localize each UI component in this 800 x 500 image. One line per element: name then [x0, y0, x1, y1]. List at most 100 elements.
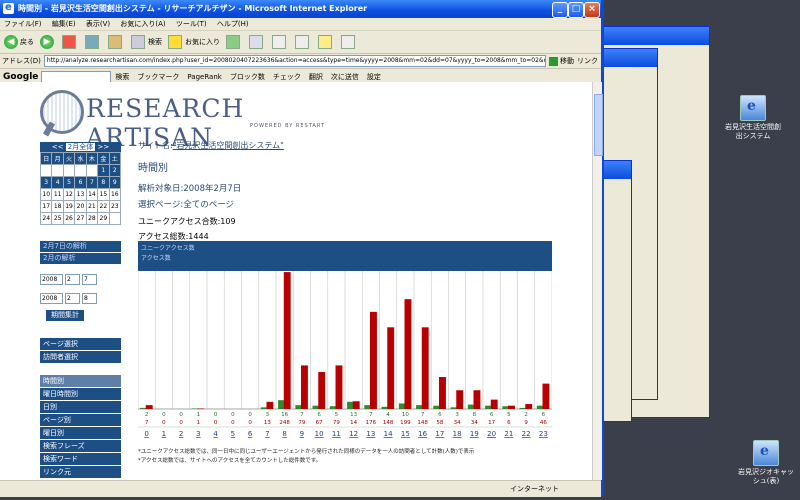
- analysis-month-link[interactable]: 2月の解析: [40, 253, 121, 264]
- visitor-select-link[interactable]: 訪問者選択: [40, 351, 121, 363]
- period-calc-button[interactable]: 期間集計: [46, 310, 84, 321]
- print-button[interactable]: [272, 35, 289, 49]
- home-button[interactable]: [108, 35, 125, 49]
- go-button[interactable]: 移動: [549, 56, 574, 66]
- hour-tick-label[interactable]: 13: [366, 430, 375, 438]
- menu-tools[interactable]: ツール(T): [176, 20, 207, 28]
- hour-tick-label[interactable]: 12: [349, 430, 358, 438]
- to-day-select[interactable]: 8: [82, 293, 97, 304]
- hour-tick-label[interactable]: 3: [196, 430, 200, 438]
- calendar-day-link[interactable]: 1: [97, 164, 110, 177]
- refresh-button[interactable]: [85, 35, 102, 49]
- address-input[interactable]: http://analyze.researchartisan.com/index…: [43, 55, 546, 67]
- report-referrer[interactable]: リンク元: [40, 466, 121, 478]
- menu-help[interactable]: ヘルプ(H): [217, 20, 249, 28]
- hour-tick-label[interactable]: 9: [300, 430, 304, 438]
- hour-tick-label[interactable]: 18: [453, 430, 462, 438]
- google-send-to[interactable]: 次に送信: [331, 72, 359, 82]
- page-select-link[interactable]: ページ選択: [40, 338, 121, 350]
- google-translate[interactable]: 翻訳: [309, 72, 323, 82]
- favorites-button[interactable]: お気に入り: [168, 35, 220, 49]
- calendar-day-link[interactable]: 6: [74, 176, 87, 189]
- to-month-select[interactable]: 2: [65, 293, 80, 304]
- calendar-day-link[interactable]: 5: [62, 176, 76, 189]
- google-bookmark-button[interactable]: ブックマーク: [137, 72, 179, 82]
- calendar-day-link[interactable]: 2: [108, 164, 122, 177]
- report-page[interactable]: ページ別: [40, 414, 121, 426]
- calendar-prev-link[interactable]: <<: [52, 143, 64, 151]
- report-hourly[interactable]: 時間別: [40, 375, 121, 387]
- google-popup-blocker[interactable]: ブロック数: [230, 72, 265, 82]
- data-label-unique: 5: [335, 412, 339, 418]
- links-button[interactable]: リンク: [577, 56, 598, 66]
- hour-tick-label[interactable]: 7: [265, 430, 269, 438]
- hour-tick-label[interactable]: 6: [248, 430, 253, 438]
- hour-tick-label[interactable]: 4: [213, 430, 218, 438]
- calendar-day-link[interactable]: 7: [85, 176, 99, 189]
- minimize-button[interactable]: _: [552, 2, 568, 18]
- desktop-icon-geocache[interactable]: 岩見沢ジオキャッシュ(表): [738, 440, 794, 486]
- analysis-day-link[interactable]: 2月7日の解析: [40, 241, 121, 252]
- calendar-next-link[interactable]: >>: [97, 143, 109, 151]
- from-day-select[interactable]: 7: [82, 274, 97, 285]
- mail-button[interactable]: [249, 35, 266, 49]
- data-label-unique: 0: [162, 412, 166, 418]
- report-daily[interactable]: 日別: [40, 401, 121, 413]
- hour-tick-label[interactable]: 14: [384, 430, 393, 438]
- hour-tick-label[interactable]: 22: [522, 430, 531, 438]
- back-button[interactable]: ◀ 戻る: [4, 35, 34, 49]
- calendar-day-link[interactable]: 4: [51, 176, 64, 189]
- hour-tick-label[interactable]: 15: [401, 430, 410, 438]
- history-button[interactable]: [226, 35, 243, 49]
- calendar-day-link[interactable]: 8: [97, 176, 110, 189]
- title-bar[interactable]: 時間別 - 岩見沢生活空間創出システム - リサーチアルチザン - Micros…: [0, 0, 601, 18]
- desktop-icon-system[interactable]: 岩見沢生活空間創出システム: [725, 95, 781, 141]
- forward-button[interactable]: ▶: [40, 35, 56, 49]
- messenger-button[interactable]: [341, 35, 358, 49]
- google-settings[interactable]: 設定: [367, 72, 381, 82]
- hour-tick-label[interactable]: 20: [487, 430, 496, 438]
- site-name-link[interactable]: "岩見沢生活空間創出システム": [173, 141, 284, 150]
- report-search-phrase[interactable]: 検索フレーズ: [40, 440, 121, 452]
- folder-button[interactable]: [318, 35, 335, 49]
- report-search-word[interactable]: 検索ワード: [40, 453, 121, 465]
- hour-tick-label[interactable]: 11: [332, 430, 341, 438]
- scroll-thumb[interactable]: [594, 94, 603, 156]
- hour-tick-label[interactable]: 19: [470, 430, 479, 438]
- data-label-access: 13: [264, 420, 271, 426]
- research-artisan-logo[interactable]: RESEARCH ARTISAN POWERED BY RESTART: [40, 90, 330, 152]
- calendar-day-header: 金: [97, 152, 110, 165]
- report-weekday-hourly[interactable]: 曜日時間別: [40, 388, 121, 400]
- hour-tick-label[interactable]: 5: [231, 430, 235, 438]
- report-weekday[interactable]: 曜日別: [40, 427, 121, 439]
- menu-edit[interactable]: 編集(E): [52, 20, 76, 28]
- hour-tick-label[interactable]: 8: [282, 430, 286, 438]
- edit-button[interactable]: [295, 35, 312, 49]
- hour-tick-label[interactable]: 16: [418, 430, 427, 438]
- to-year-select[interactable]: 2008: [40, 293, 63, 304]
- menu-file[interactable]: ファイル(F): [4, 20, 42, 28]
- hour-tick-label[interactable]: 17: [435, 430, 444, 438]
- hour-tick-label[interactable]: 2: [179, 430, 183, 438]
- data-label-unique: 8: [473, 412, 477, 418]
- hour-tick-label[interactable]: 10: [315, 430, 324, 438]
- hour-tick-label[interactable]: 1: [162, 430, 166, 438]
- search-button[interactable]: 検索: [131, 35, 162, 49]
- google-spellcheck[interactable]: チェック: [273, 72, 301, 82]
- from-month-select[interactable]: 2: [65, 274, 80, 285]
- hour-tick-label[interactable]: 21: [504, 430, 513, 438]
- close-button[interactable]: ×: [584, 2, 600, 18]
- calendar-day-link[interactable]: 9: [108, 176, 122, 189]
- from-year-select[interactable]: 2008: [40, 274, 63, 285]
- menu-favorites[interactable]: お気に入り(A): [120, 20, 165, 28]
- hour-tick-label[interactable]: 23: [539, 430, 548, 438]
- menu-view[interactable]: 表示(V): [86, 20, 110, 28]
- google-pagerank[interactable]: PageRank: [187, 73, 221, 81]
- vertical-scrollbar[interactable]: [592, 82, 603, 480]
- calendar-day-link[interactable]: 3: [39, 176, 53, 189]
- hour-tick-label[interactable]: 0: [144, 430, 148, 438]
- stop-button[interactable]: [62, 35, 79, 49]
- google-search-button[interactable]: 検索: [115, 72, 129, 82]
- maximize-button[interactable]: □: [568, 2, 584, 18]
- calendar-month-link[interactable]: 2月全体: [65, 143, 96, 151]
